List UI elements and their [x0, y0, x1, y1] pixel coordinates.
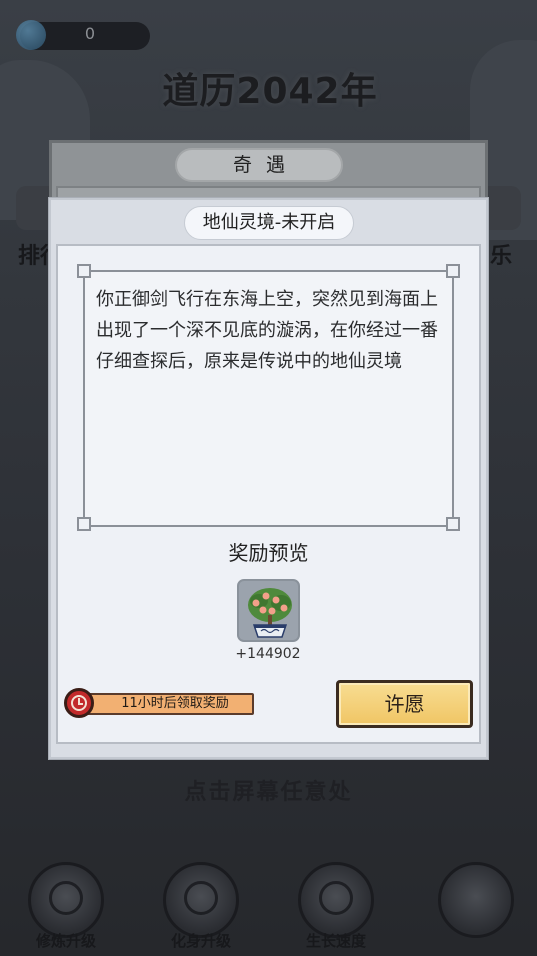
frame-corner-ornament — [77, 517, 91, 531]
cultivation-icon — [49, 881, 83, 915]
make-wish-button[interactable]: 许愿 — [336, 680, 473, 728]
avatar-icon — [184, 881, 218, 915]
year-title: 道历2042年 — [162, 71, 378, 112]
reward-preview-heading: 奖励预览 — [228, 541, 309, 565]
story-text: 你正御剑飞行在东海上空，突然见到海面上出现了一个深不见底的漩涡，在你经过一番仔细… — [96, 289, 438, 372]
cultivation-upgrade-label[interactable]: 修炼升级 — [11, 930, 121, 951]
reward-amount: +144902 — [235, 646, 301, 662]
avatar-upgrade-label[interactable]: 化身升级 — [146, 930, 256, 951]
avatar-upgrade-button[interactable] — [163, 862, 239, 938]
frame-corner-ornament — [446, 264, 460, 278]
currency-count: 0 — [84, 24, 96, 43]
encounter-dialog-title: 奇遇 — [175, 148, 343, 182]
frame-corner-ornament — [77, 264, 91, 278]
event-dialog-title: 地仙灵境-未开启 — [184, 206, 354, 240]
cultivation-upgrade-button[interactable] — [28, 862, 104, 938]
spirit-orb-icon — [16, 20, 46, 50]
extra-button[interactable] — [438, 862, 514, 938]
growth-icon — [319, 881, 353, 915]
peach-tree-bonsai-icon — [248, 588, 292, 638]
reward-item-slot[interactable] — [237, 579, 300, 642]
fun-label[interactable]: 乐 — [490, 238, 512, 270]
tap-anywhere-hint: 点击屏幕任意处 — [184, 780, 353, 805]
clock-hand — [78, 703, 83, 705]
frame-corner-ornament — [446, 517, 460, 531]
growth-speed-label[interactable]: 生长速度 — [281, 930, 391, 951]
growth-speed-button[interactable] — [298, 862, 374, 938]
timer-text: 11小时后领取奖励 — [121, 696, 229, 711]
